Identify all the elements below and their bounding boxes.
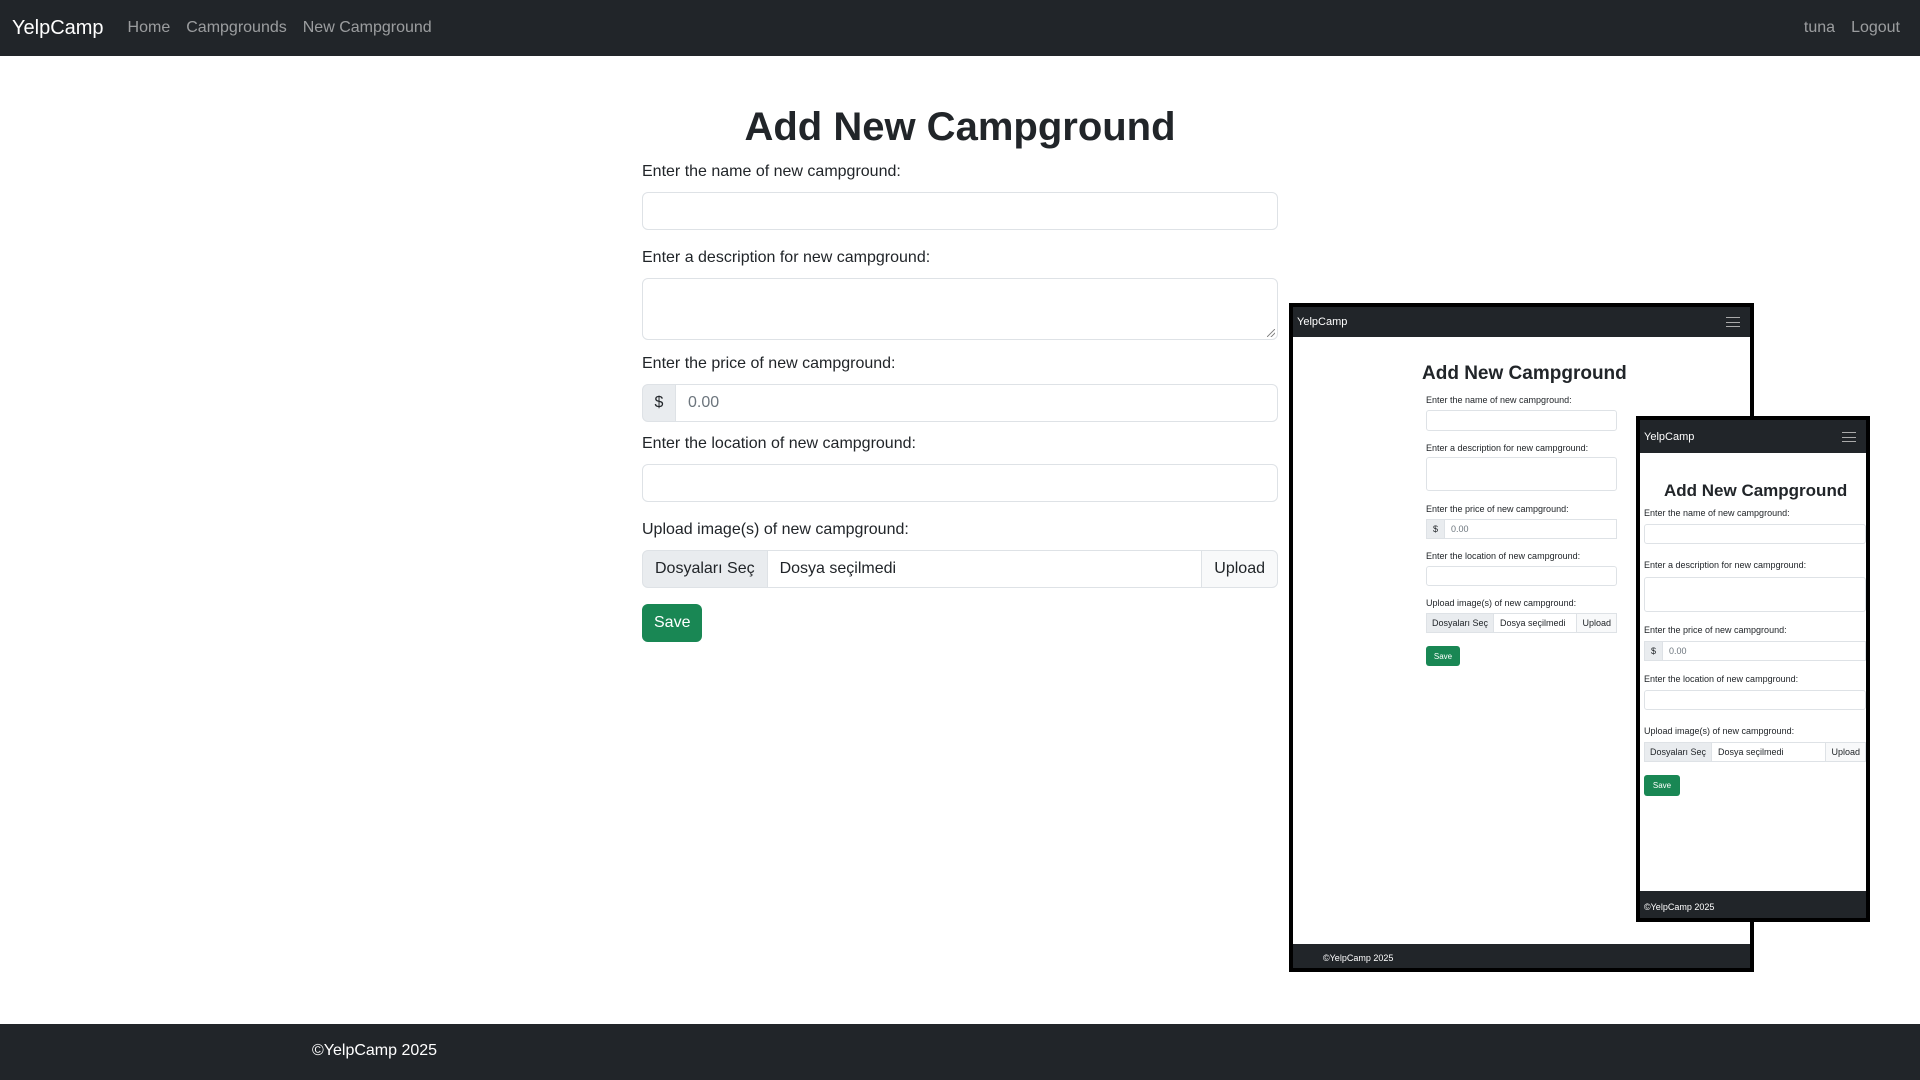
phone-location-input[interactable] (1644, 690, 1866, 710)
nav-links: Home Campgrounds New Campground (112, 19, 432, 37)
description-textarea[interactable] (642, 278, 1278, 340)
brand-link[interactable]: YelpCamp (12, 17, 104, 40)
phone-description-textarea[interactable] (1644, 577, 1866, 612)
preview-name-input[interactable] (1426, 410, 1617, 431)
hamburger-menu-icon[interactable] (1726, 317, 1740, 327)
preview-save-button[interactable]: Save (1426, 646, 1460, 666)
nav-logout-link[interactable]: Logout (1851, 19, 1900, 37)
resize-grip-icon[interactable] (1267, 329, 1275, 337)
preview-footer: ©YelpCamp 2025 (1293, 944, 1750, 968)
phone-brand[interactable]: YelpCamp (1644, 431, 1694, 443)
location-label: Enter the location of new campground: (642, 435, 916, 452)
preview-price-input[interactable]: 0.00 (1445, 519, 1617, 539)
preview-footer-text: ©YelpCamp 2025 (1323, 953, 1394, 963)
dollar-prefix: $ (642, 384, 676, 422)
phone-price-group: $ 0.00 (1644, 641, 1866, 661)
save-button[interactable]: Save (642, 604, 703, 642)
preview-location-label: Enter the location of new campground: (1426, 551, 1581, 561)
preview-name-label: Enter the name of new campground: (1426, 395, 1572, 405)
footer-text: ©YelpCamp 2025 (312, 1042, 438, 1059)
preview-file-group: Dosyaları Seç Dosya seçilmedi Upload (1426, 613, 1617, 633)
no-file-text[interactable]: Dosya seçilmedi (767, 550, 1202, 588)
nav-user-links: tuna Logout (1788, 0, 1900, 56)
price-label: Enter the price of new campground: (642, 355, 896, 372)
preview-dollar-prefix: $ (1426, 519, 1445, 539)
page-title: Add New Campground (744, 105, 1176, 149)
preview-no-file-text[interactable]: Dosya seçilmedi (1494, 613, 1577, 633)
preview-price-group: $ 0.00 (1426, 519, 1617, 539)
preview-title: Add New Campground (1422, 363, 1627, 384)
phone-name-input[interactable] (1644, 524, 1866, 544)
name-label: Enter the name of new campground: (642, 163, 901, 180)
file-input-group: Dosyaları Seç Dosya seçilmedi Upload (642, 550, 1278, 588)
name-group: Enter the name of new campground: (642, 160, 1278, 230)
preview-choose-files-button[interactable]: Dosyaları Seç (1426, 613, 1495, 633)
preview-upload-label: Upload image(s) of new campground: (1426, 598, 1577, 608)
preview-location-input[interactable] (1426, 566, 1617, 586)
upload-label: Upload image(s) of new campground: (642, 521, 909, 538)
location-group: Enter the location of new campground: (642, 432, 1278, 502)
price-input-group: $ 0.00 (642, 384, 1278, 422)
phone-preview-window: YelpCamp Add New Campground Enter the na… (1636, 416, 1870, 922)
nav-username-link[interactable]: tuna (1804, 19, 1835, 37)
new-campground-form: Add New Campground Enter the name of new… (642, 102, 1278, 642)
preview-description-label: Enter a description for new campground: (1426, 443, 1589, 453)
preview-description-textarea[interactable] (1426, 457, 1617, 491)
nav-home-link[interactable]: Home (128, 19, 171, 37)
phone-name-label: Enter the name of new campground: (1644, 508, 1790, 518)
phone-description-label: Enter a description for new campground: (1644, 560, 1807, 570)
phone-footer-text: ©YelpCamp 2025 (1644, 901, 1715, 912)
price-input[interactable]: 0.00 (676, 384, 1278, 422)
choose-files-button[interactable]: Dosyaları Seç (642, 550, 768, 588)
phone-choose-files-button[interactable]: Dosyaları Seç (1644, 742, 1713, 762)
description-label: Enter a description for new campground: (642, 249, 931, 266)
phone-navbar: YelpCamp (1640, 420, 1866, 453)
nav-new-campground-link[interactable]: New Campground (303, 19, 432, 37)
phone-hamburger-menu-icon[interactable] (1842, 431, 1856, 442)
preview-brand[interactable]: YelpCamp (1297, 316, 1347, 328)
nav-campgrounds-link[interactable]: Campgrounds (186, 19, 287, 37)
phone-title: Add New Campground (1664, 481, 1848, 500)
phone-save-button[interactable]: Save (1644, 775, 1680, 796)
name-input[interactable] (642, 192, 1278, 230)
preview-navbar: YelpCamp (1293, 307, 1750, 337)
phone-price-label: Enter the price of new campground: (1644, 625, 1787, 635)
phone-file-group: Dosyaları Seç Dosya seçilmedi Upload (1644, 742, 1866, 762)
page-footer: ©YelpCamp 2025 (0, 1024, 1920, 1080)
main-navbar: YelpCamp Home Campgrounds New Campground… (0, 0, 1920, 56)
price-group: Enter the price of new campground: $ 0.0… (642, 352, 1278, 422)
phone-price-input[interactable]: 0.00 (1663, 641, 1866, 661)
phone-location-label: Enter the location of new campground: (1644, 674, 1799, 684)
phone-no-file-text[interactable]: Dosya seçilmedi (1712, 742, 1826, 762)
phone-dollar-prefix: $ (1644, 641, 1663, 661)
location-input[interactable] (642, 464, 1278, 502)
upload-button[interactable]: Upload (1201, 550, 1278, 588)
phone-upload-label: Upload image(s) of new campground: (1644, 726, 1795, 736)
upload-group: Upload image(s) of new campground: Dosya… (642, 518, 1278, 588)
preview-upload-button[interactable]: Upload (1576, 613, 1617, 633)
phone-footer: ©YelpCamp 2025 (1640, 891, 1866, 918)
preview-price-label: Enter the price of new campground: (1426, 504, 1569, 514)
description-group: Enter a description for new campground: (642, 246, 1278, 340)
phone-upload-button[interactable]: Upload (1825, 742, 1866, 762)
